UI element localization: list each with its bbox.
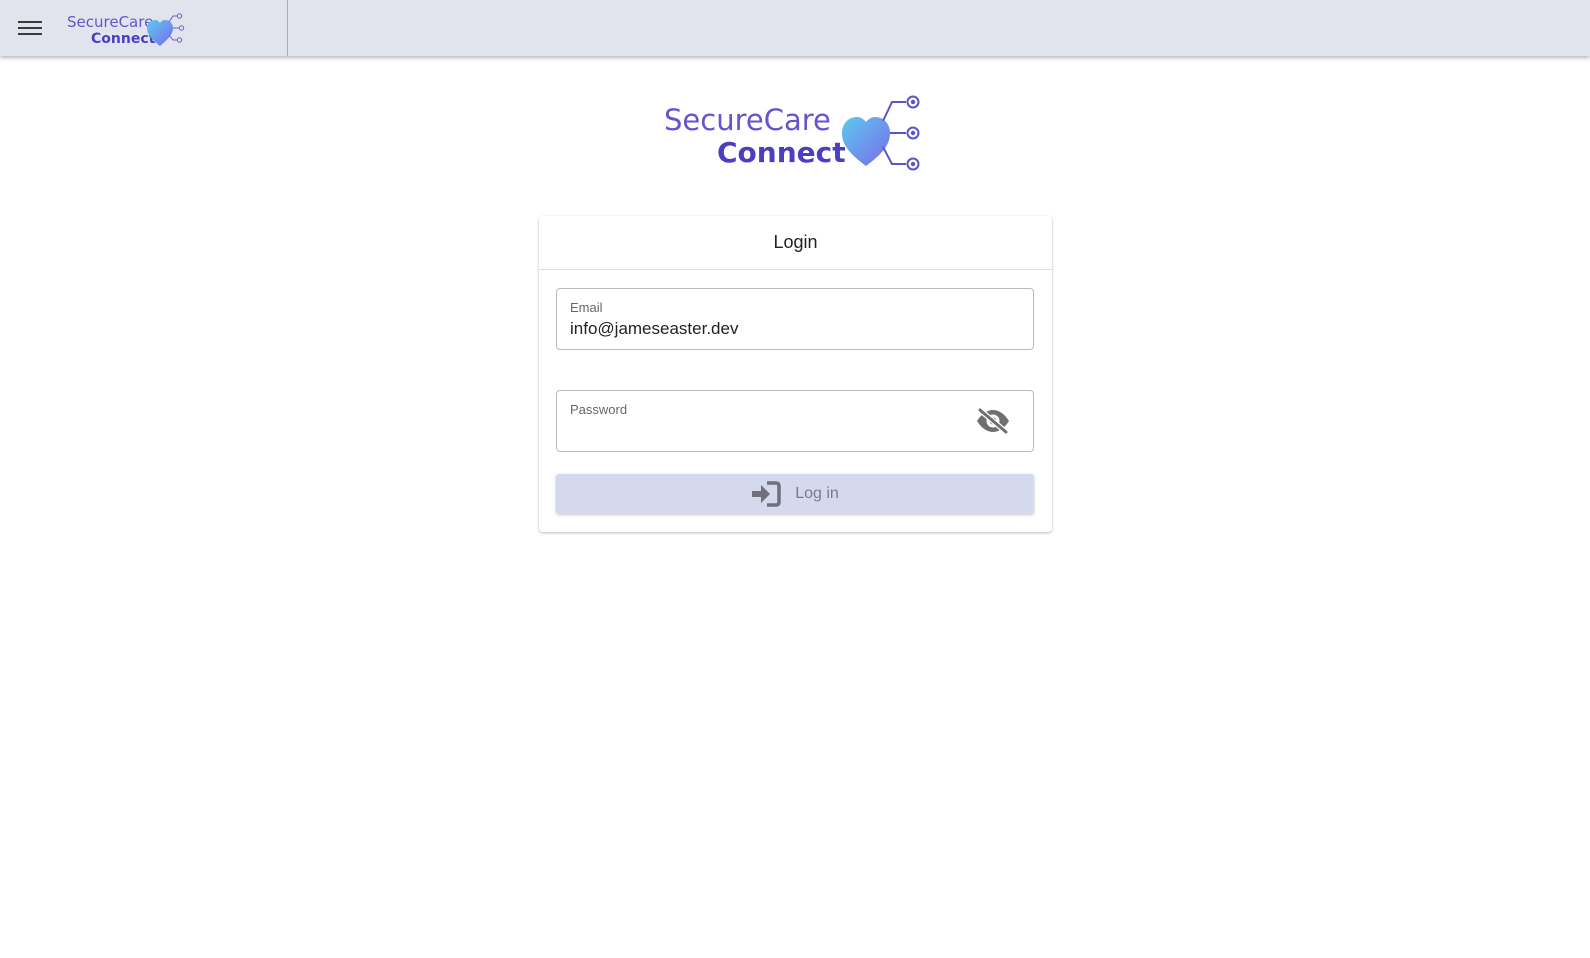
main-logo: SecureCare Connect bbox=[664, 95, 920, 171]
menu-button[interactable] bbox=[14, 12, 46, 44]
app-bar-logo[interactable]: SecureCare Connect bbox=[66, 8, 190, 48]
email-input[interactable] bbox=[570, 319, 990, 339]
email-field[interactable]: Email bbox=[556, 288, 1034, 350]
logo-text-securecare: SecureCare bbox=[664, 103, 831, 137]
heart-icon bbox=[842, 117, 890, 166]
login-arrow-icon bbox=[752, 481, 781, 507]
toggle-password-visibility-button[interactable] bbox=[975, 405, 1011, 437]
login-card-title: Login bbox=[539, 216, 1052, 270]
log-in-button[interactable]: Log in bbox=[556, 474, 1034, 514]
logo-text-securecare: SecureCare bbox=[67, 13, 153, 31]
eye-off-icon bbox=[977, 407, 1009, 435]
hamburger-menu-icon bbox=[18, 21, 42, 35]
email-label: Email bbox=[570, 300, 603, 315]
log-in-button-label: Log in bbox=[795, 485, 839, 502]
circuit-node-dots bbox=[910, 99, 916, 167]
top-app-bar: SecureCare Connect bbox=[0, 0, 1590, 56]
password-field[interactable]: Password bbox=[556, 390, 1034, 452]
logo-text-connect: Connect bbox=[91, 31, 156, 47]
password-input[interactable] bbox=[570, 421, 950, 441]
password-label: Password bbox=[570, 402, 628, 417]
login-card: Login Email Password Log in bbox=[539, 216, 1052, 532]
logo-text-connect: Connect bbox=[717, 136, 846, 169]
app-bar-brand-area: SecureCare Connect bbox=[0, 0, 288, 56]
